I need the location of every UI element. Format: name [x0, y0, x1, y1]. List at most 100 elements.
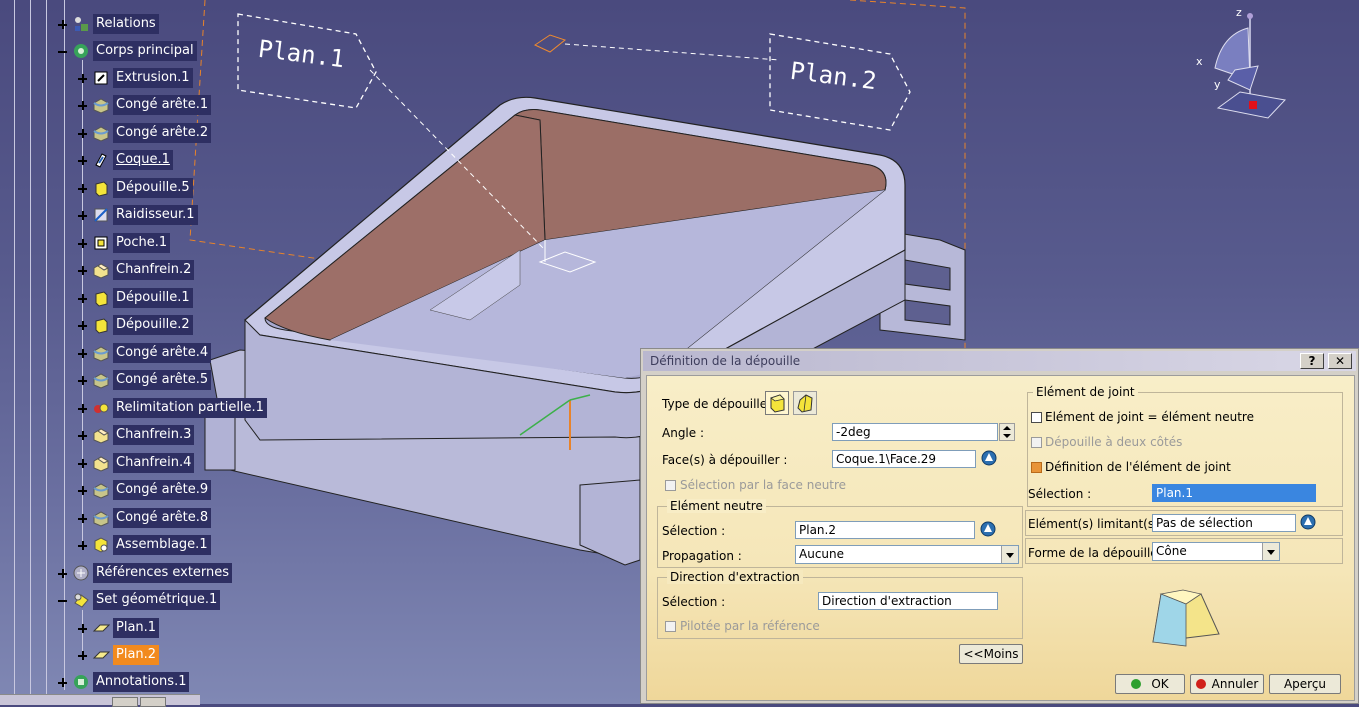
expand-icon[interactable] — [78, 348, 87, 358]
expand-icon[interactable] — [78, 100, 87, 110]
cancel-button[interactable]: Annuler — [1190, 674, 1264, 694]
fillet-icon — [93, 126, 109, 142]
expand-icon[interactable] — [78, 623, 87, 633]
faces-picker-icon[interactable] — [979, 448, 999, 468]
tree-item[interactable]: Plan.1 — [78, 616, 160, 640]
pull-selection-input[interactable]: Direction d'extraction — [818, 592, 998, 610]
draft-icon — [95, 181, 108, 197]
tree-item[interactable]: Congé arête.8 — [78, 506, 212, 530]
tree-item[interactable]: Congé arête.2 — [78, 121, 212, 145]
draft-form-dropdown[interactable]: Cône — [1152, 542, 1280, 561]
tree-item[interactable]: Relimitation partielle.1 — [78, 396, 267, 420]
tree-item[interactable]: Coque.1 — [78, 148, 173, 172]
expand-icon[interactable] — [78, 650, 87, 660]
plane-label-2[interactable]: Plan.2 — [768, 32, 913, 132]
background-window-edge[interactable] — [0, 694, 200, 707]
expand-icon[interactable] — [78, 210, 87, 220]
expand-icon[interactable] — [78, 403, 87, 413]
tree-item[interactable]: Chanfrein.3 — [78, 423, 195, 447]
expand-icon[interactable] — [58, 568, 67, 578]
background-window-button[interactable] — [140, 697, 166, 707]
tree-item[interactable]: Dépouille.1 — [78, 286, 193, 310]
less-button[interactable]: <<Moins — [959, 644, 1023, 664]
neutral-picker-icon[interactable] — [978, 519, 998, 539]
tree-item[interactable]: Chanfrein.2 — [78, 258, 195, 282]
collapse-icon[interactable] — [58, 596, 67, 605]
draft-type-variable-button[interactable] — [793, 391, 817, 415]
chevron-down-icon[interactable] — [1001, 546, 1018, 563]
define-parting-checkbox[interactable] — [1031, 462, 1042, 473]
draft-variable-icon — [797, 394, 813, 413]
tree-item-label: Extrusion.1 — [113, 68, 193, 88]
tree-item-label: Congé arête.4 — [113, 343, 212, 363]
draft-preview-image — [1152, 589, 1220, 647]
background-window-button[interactable] — [112, 697, 138, 707]
tree-item[interactable]: Congé arête.9 — [78, 478, 212, 502]
tree-item[interactable]: Raidisseur.1 — [78, 203, 198, 227]
limiting-elements-input[interactable]: Pas de sélection — [1152, 514, 1296, 532]
draft-both-sides-checkbox[interactable] — [1031, 437, 1042, 448]
expand-icon[interactable] — [58, 677, 67, 687]
tree-item[interactable]: Relations — [58, 12, 159, 36]
neutral-selection-label: Sélection : — [662, 524, 726, 538]
fillet-icon — [93, 346, 109, 362]
expand-icon[interactable] — [78, 375, 87, 385]
tree-item[interactable]: Assemblage.1 — [78, 533, 211, 557]
tree-item[interactable]: Plan.2 — [78, 643, 160, 667]
expand-icon[interactable] — [78, 430, 87, 440]
chevron-down-icon[interactable] — [1262, 543, 1279, 560]
tree-item[interactable]: Congé arête.1 — [78, 93, 212, 117]
tree-item[interactable]: Poche.1 — [78, 231, 171, 255]
tree-item-label: Plan.2 — [113, 645, 160, 665]
dialog-title-bar[interactable]: Définition de la dépouille ? ✕ — [643, 351, 1356, 371]
faces-input[interactable]: Coque.1\Face.29 — [832, 450, 976, 468]
tree-item[interactable]: Annotations.1 — [58, 670, 190, 694]
parting-selection-input[interactable]: Plan.1 — [1152, 484, 1316, 502]
expand-icon[interactable] — [78, 540, 87, 550]
expand-icon[interactable] — [78, 183, 87, 193]
controlled-by-ref-checkbox[interactable] — [665, 621, 676, 632]
expand-icon[interactable] — [78, 238, 87, 248]
tree-item[interactable]: Chanfrein.4 — [78, 451, 195, 475]
ok-icon — [1131, 679, 1142, 689]
limiting-picker-icon[interactable] — [1298, 512, 1318, 532]
collapse-icon[interactable] — [58, 47, 67, 56]
tree-item[interactable]: Dépouille.2 — [78, 313, 193, 337]
tree-item[interactable]: Extrusion.1 — [78, 66, 193, 90]
expand-icon[interactable] — [78, 265, 87, 275]
parting-equals-neutral-checkbox[interactable] — [1031, 412, 1042, 423]
expand-icon[interactable] — [78, 458, 87, 468]
tree-item[interactable]: Congé arête.5 — [78, 368, 212, 392]
preview-button[interactable]: Aperçu — [1269, 674, 1341, 694]
expand-icon[interactable] — [78, 513, 87, 523]
tree-item[interactable]: Set géométrique.1 — [58, 588, 221, 612]
expand-icon[interactable] — [78, 73, 87, 83]
tree-item-label: Set géométrique.1 — [93, 590, 221, 610]
trim-icon — [94, 403, 109, 413]
close-button[interactable]: ✕ — [1328, 353, 1352, 369]
assemble-icon — [94, 537, 108, 553]
tree-item[interactable]: Corps principal — [58, 39, 197, 63]
tree-item[interactable]: Références externes — [58, 561, 233, 585]
expand-icon[interactable] — [78, 128, 87, 138]
tree-item-label: Dépouille.2 — [113, 315, 193, 335]
draft-type-constant-button[interactable] — [765, 391, 789, 415]
shell-icon — [95, 153, 107, 168]
tree-item[interactable]: Congé arête.4 — [78, 341, 212, 365]
extref-icon — [73, 565, 89, 581]
tree-item[interactable]: Dépouille.5 — [78, 176, 193, 200]
expand-icon[interactable] — [78, 293, 87, 303]
select-by-neutral-checkbox[interactable] — [665, 480, 676, 491]
annot-icon — [74, 675, 88, 689]
help-button[interactable]: ? — [1300, 353, 1324, 369]
angle-input[interactable]: -2deg — [832, 423, 998, 441]
angle-spinner[interactable] — [999, 423, 1015, 441]
expand-icon[interactable] — [78, 320, 87, 330]
tree-item-label: Congé arête.2 — [113, 123, 212, 143]
ok-button[interactable]: OK — [1115, 674, 1185, 694]
expand-icon[interactable] — [78, 485, 87, 495]
expand-icon[interactable] — [58, 19, 67, 29]
propagation-dropdown[interactable]: Aucune — [795, 545, 1019, 564]
expand-icon[interactable] — [78, 155, 87, 165]
neutral-selection-input[interactable]: Plan.2 — [795, 521, 975, 539]
